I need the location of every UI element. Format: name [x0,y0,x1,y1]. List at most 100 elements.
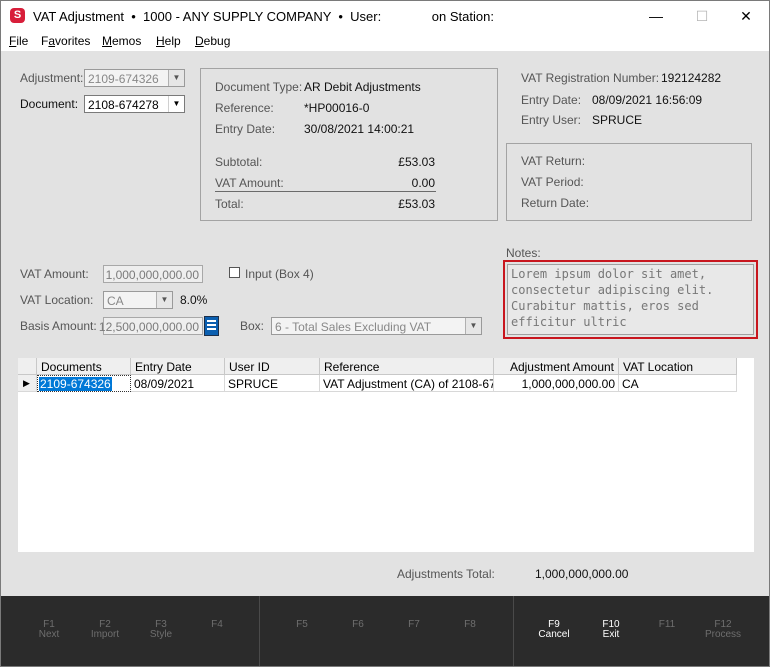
minimize-button[interactable]: — [633,1,679,31]
table-cell-vat-location[interactable]: CA [619,375,737,392]
fkey-f9-cancel[interactable]: F9 Cancel [526,620,582,640]
adjustments-grid[interactable]: Documents Entry Date User ID Reference A… [18,358,754,552]
box-combo[interactable]: 6 - Total Sales Excluding VAT ▼ [271,317,482,335]
fkey-separator [259,596,260,666]
close-icon: ✕ [740,8,752,24]
fkey-label: Exit [602,629,620,640]
basis-amount-value: 12,500,000,000.00 [98,320,199,334]
app-logo-icon: S [10,8,25,23]
fkey-f3-style: F3 Style [133,620,189,640]
fkey-f6: F6 [330,620,386,630]
document-combo[interactable]: 2108-674278 ▼ [84,95,185,113]
input-box4-checkbox[interactable] [229,267,240,278]
doc-entry-date-value: 30/08/2021 14:00:21 [304,122,415,136]
maximize-icon: ☐ [695,8,709,24]
entry-user-label: Entry User: [521,113,582,127]
selected-document-value: 2109-674326 [39,377,112,391]
menu-file[interactable]: File [9,34,28,48]
doc-type-value: AR Debit Adjustments [304,80,421,94]
column-header-user-id[interactable]: User ID [225,358,320,375]
vat-adjustment-window: S VAT Adjustment • 1000 - ANY SUPPLY COM… [0,0,770,667]
vat-entry-date-value: 08/09/2021 16:56:09 [592,93,703,107]
fkey-f10-exit[interactable]: F10 Exit [583,620,639,640]
main-content: Adjustment: 2109-674326 ▼ Document: 2108… [1,51,769,596]
notes-highlight: Lorem ipsum dolor sit amet, consectetur … [503,260,758,339]
vat-amount-field[interactable]: 1,000,000,000.00 [103,265,203,283]
adjustments-total-value: 1,000,000,000.00 [535,567,629,581]
column-header-entry-date[interactable]: Entry Date [131,358,225,375]
notes-textarea[interactable]: Lorem ipsum dolor sit amet, consectetur … [507,264,754,335]
document-info-panel: Document Type: AR Debit Adjustments Refe… [200,68,498,221]
title-bar[interactable]: S VAT Adjustment • 1000 - ANY SUPPLY COM… [1,1,769,31]
doc-vat-amount-label: VAT Amount: [215,176,284,190]
column-header-documents[interactable]: Documents [37,358,131,375]
total-divider [215,191,436,192]
chevron-down-icon[interactable]: ▼ [168,70,184,86]
fkey-key: F5 [296,619,308,630]
calculator-button[interactable] [204,316,219,336]
menu-favorites[interactable]: Favorites [41,34,90,48]
chevron-down-icon[interactable]: ▼ [465,318,481,334]
fkey-f11: F11 [639,620,695,630]
function-key-bar: F1 Next F2 Import F3 Style F4 F5 F6 F7 F8 F9 Cancel F… [1,596,769,666]
chevron-down-icon[interactable]: ▼ [156,292,172,308]
chevron-down-icon[interactable]: ▼ [168,96,184,112]
title-app: VAT Adjustment [33,9,125,24]
menu-memos[interactable]: Memos [102,34,141,48]
list-icon [207,320,216,322]
fkey-f8: F8 [442,620,498,630]
list-icon-bar [207,324,216,326]
reference-value: *HP00016-0 [304,101,370,115]
notes-line: Curabitur mattis, eros sed [511,299,699,313]
fkey-f5: F5 [274,620,330,630]
fkey-label: Cancel [538,629,570,640]
vat-location-label: VAT Location: [20,293,94,307]
fkey-key: F4 [211,619,223,630]
subtotal-value: £53.03 [398,155,435,169]
close-button[interactable]: ✕ [723,1,769,31]
adjustment-label: Adjustment: [20,71,84,85]
vat-entry-date-label: Entry Date: [521,93,582,107]
document-label: Document: [20,97,79,111]
adjustment-value: 2109-674326 [88,72,159,86]
subtotal-label: Subtotal: [215,155,263,169]
adjustment-combo[interactable]: 2109-674326 ▼ [84,69,185,87]
table-cell-adjustment-amount[interactable]: 1,000,000,000.00 [494,375,619,392]
doc-entry-date-label: Entry Date: [215,122,276,136]
notes-line: Lorem ipsum dolor sit amet, [511,267,707,281]
maximize-button[interactable]: ☐ [679,1,725,31]
fkey-label: Next [38,629,60,640]
reference-label: Reference: [215,101,274,115]
column-header-adjustment-amount[interactable]: Adjustment Amount [494,358,619,375]
fkey-f12-process: F12 Process [695,620,751,640]
entry-user-value: SPRUCE [592,113,643,127]
notes-line: consectetur adipiscing elit. [511,283,714,297]
fkey-f1-next: F1 Next [21,620,77,640]
vat-amount-label: VAT Amount: [20,267,89,281]
table-cell-entry-date[interactable]: 08/09/2021 [131,375,225,392]
notes-label: Notes: [506,246,541,260]
basis-amount-field[interactable]: 12,500,000,000.00 [99,317,203,335]
menu-help[interactable]: Help [156,34,181,48]
vat-return-panel: VAT Return: VAT Period: Return Date: [506,143,752,221]
row-pointer-icon[interactable]: ▶ [18,375,37,392]
vat-reg-value: 192124282 [661,71,722,85]
vat-rate: 8.0% [180,293,208,307]
fkey-key: F7 [408,619,420,630]
vat-location-combo[interactable]: CA ▼ [103,291,173,309]
table-cell-reference[interactable]: VAT Adjustment (CA) of 2108-67 [320,375,494,392]
column-header-vat-location[interactable]: VAT Location [619,358,737,375]
menu-bar: File Favorites Memos Help Debug [1,31,769,51]
fkey-separator [513,596,514,666]
menu-debug[interactable]: Debug [195,34,230,48]
fkey-key: F6 [352,619,364,630]
table-cell-document[interactable]: 2109-674326 [37,375,131,392]
notes-line: efficitur ultric [511,315,627,329]
box-label: Box: [240,319,265,333]
table-cell-user-id[interactable]: SPRUCE [225,375,320,392]
fkey-key: F11 [658,619,676,630]
fkey-key: F8 [464,619,476,630]
return-date-label: Return Date: [521,196,590,210]
total-label: Total: [215,197,244,211]
column-header-reference[interactable]: Reference [320,358,494,375]
